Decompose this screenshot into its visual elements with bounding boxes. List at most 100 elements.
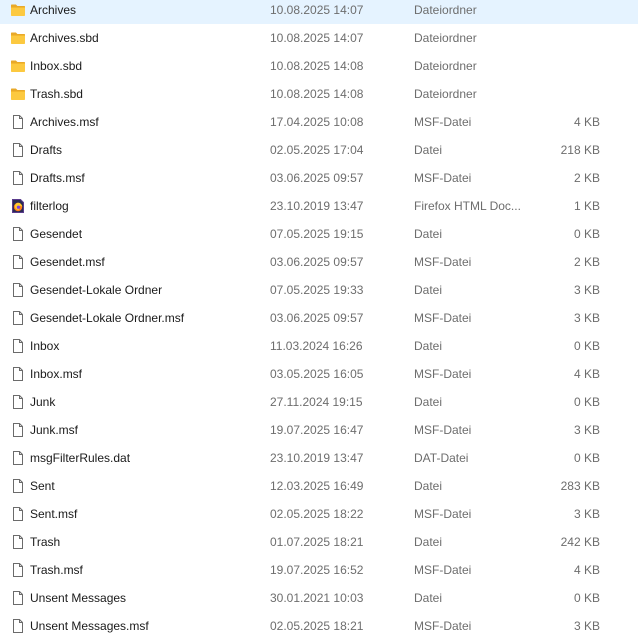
file-icon bbox=[10, 366, 26, 382]
file-date-modified: 11.03.2024 16:26 bbox=[270, 339, 363, 353]
file-row[interactable]: Drafts 02.05.2025 17:04 Datei 218 KB bbox=[0, 136, 638, 164]
file-type: Dateiordner bbox=[414, 59, 477, 73]
file-row[interactable]: msgFilterRules.dat 23.10.2019 13:47 DAT-Da… bbox=[0, 444, 638, 472]
folder-icon bbox=[10, 30, 26, 46]
file-type: MSF-Datei bbox=[414, 563, 472, 577]
file-icon bbox=[10, 114, 26, 130]
file-type: MSF-Datei bbox=[414, 619, 472, 633]
file-size: 3 KB bbox=[573, 311, 600, 325]
file-size: 3 KB bbox=[573, 283, 600, 297]
file-name: Gesendet-Lokale Ordner.msf bbox=[30, 311, 185, 325]
file-icon bbox=[10, 562, 26, 578]
file-type: Dateiordner bbox=[414, 87, 477, 101]
file-row[interactable]: Archives.sbd 10.08.2025 14:07 Dateiordner bbox=[0, 24, 638, 52]
file-size: 0 KB bbox=[573, 395, 600, 409]
file-row[interactable]: Trash.msf 19.07.2025 16:52 MSF-Datei 4 KB bbox=[0, 556, 638, 584]
file-date-modified: 10.08.2025 14:08 bbox=[270, 59, 364, 73]
file-row[interactable]: Unsent Messages 30.01.2021 10:03 Datei 0 KB bbox=[0, 584, 638, 612]
file-row[interactable]: Inbox.msf 03.05.2025 16:05 MSF-Datei 4 KB bbox=[0, 360, 638, 388]
file-row[interactable]: Gesendet.msf 03.06.2025 09:57 MSF-Datei 2 K… bbox=[0, 248, 638, 276]
file-row[interactable]: Gesendet 07.05.2025 19:15 Datei 0 KB bbox=[0, 220, 638, 248]
file-date-modified: 03.06.2025 09:57 bbox=[270, 255, 364, 269]
file-name: Drafts.msf bbox=[30, 171, 85, 185]
file-name: Archives.sbd bbox=[30, 31, 99, 45]
file-name: Sent bbox=[30, 479, 55, 493]
file-row[interactable]: Sent 12.03.2025 16:49 Datei 283 KB bbox=[0, 472, 638, 500]
file-size: 1 KB bbox=[573, 199, 600, 213]
file-type: Dateiordner bbox=[414, 3, 477, 17]
file-name: Trash.msf bbox=[30, 563, 83, 577]
file-date-modified: 01.07.2025 18:21 bbox=[270, 535, 364, 549]
folder-icon bbox=[10, 2, 26, 18]
file-icon bbox=[10, 506, 26, 522]
file-icon bbox=[10, 338, 26, 354]
file-date-modified: 19.07.2025 16:52 bbox=[270, 563, 364, 577]
file-date-modified: 02.05.2025 17:04 bbox=[270, 143, 364, 157]
file-date-modified: 12.03.2025 16:49 bbox=[270, 479, 364, 493]
file-type: Dateiordner bbox=[414, 31, 477, 45]
file-name: msgFilterRules.dat bbox=[30, 451, 131, 465]
file-icon bbox=[10, 618, 26, 634]
file-size: 242 KB bbox=[560, 535, 600, 549]
file-name: Trash.sbd bbox=[30, 87, 83, 101]
file-row[interactable]: Unsent Messages.msf 02.05.2025 18:21 MSF-D… bbox=[0, 612, 638, 640]
file-row[interactable]: Sent.msf 02.05.2025 18:22 MSF-Datei 3 KB bbox=[0, 500, 638, 528]
file-row[interactable]: Junk 27.11.2024 19:15 Datei 0 KB bbox=[0, 388, 638, 416]
file-list: Archives 10.08.2025 14:07 Dateiordner Archi… bbox=[0, 0, 638, 640]
file-size: 4 KB bbox=[573, 367, 600, 381]
file-size: 283 KB bbox=[560, 479, 600, 493]
file-date-modified: 27.11.2024 19:15 bbox=[270, 395, 363, 409]
file-type: MSF-Datei bbox=[414, 171, 472, 185]
file-row[interactable]: Gesendet-Lokale Ordner 07.05.2025 19:33 Da… bbox=[0, 276, 638, 304]
file-type: MSF-Datei bbox=[414, 255, 472, 269]
file-name: Drafts bbox=[30, 143, 63, 157]
file-date-modified: 10.08.2025 14:07 bbox=[270, 31, 364, 45]
file-size: 0 KB bbox=[573, 227, 600, 241]
file-name: Unsent Messages.msf bbox=[30, 619, 149, 633]
file-icon bbox=[10, 310, 26, 326]
file-size: 218 KB bbox=[560, 143, 600, 157]
file-row[interactable]: Trash 01.07.2025 18:21 Datei 242 KB bbox=[0, 528, 638, 556]
file-name: Junk bbox=[30, 395, 56, 409]
file-row[interactable]: filterlog 23.10.2019 13:47 Firefox HTML Do… bbox=[0, 192, 638, 220]
file-row[interactable]: Trash.sbd 10.08.2025 14:08 Dateiordner bbox=[0, 80, 638, 108]
file-type: MSF-Datei bbox=[414, 367, 472, 381]
file-icon bbox=[10, 226, 26, 242]
file-type: Datei bbox=[414, 479, 443, 493]
file-row[interactable]: Junk.msf 19.07.2025 16:47 MSF-Datei 3 KB bbox=[0, 416, 638, 444]
file-type: MSF-Datei bbox=[414, 507, 472, 521]
file-icon bbox=[10, 282, 26, 298]
file-name: Trash bbox=[30, 535, 61, 549]
file-date-modified: 23.10.2019 13:47 bbox=[270, 199, 364, 213]
file-date-modified: 03.06.2025 09:57 bbox=[270, 311, 364, 325]
file-type: MSF-Datei bbox=[414, 423, 472, 437]
file-size: 4 KB bbox=[573, 115, 600, 129]
file-date-modified: 10.08.2025 14:08 bbox=[270, 87, 364, 101]
file-row[interactable]: Archives 10.08.2025 14:07 Dateiordner bbox=[0, 0, 638, 24]
file-type: MSF-Datei bbox=[414, 311, 472, 325]
file-row[interactable]: Inbox 11.03.2024 16:26 Datei 0 KB bbox=[0, 332, 638, 360]
file-name: Inbox bbox=[30, 339, 60, 353]
file-name: filterlog bbox=[30, 199, 69, 213]
file-date-modified: 03.05.2025 16:05 bbox=[270, 367, 364, 381]
file-size: 0 KB bbox=[573, 339, 600, 353]
file-row[interactable]: Inbox.sbd 10.08.2025 14:08 Dateiordner bbox=[0, 52, 638, 80]
file-name: Inbox.msf bbox=[30, 367, 83, 381]
file-date-modified: 23.10.2019 13:47 bbox=[270, 451, 364, 465]
folder-icon bbox=[10, 58, 26, 74]
file-name: Sent.msf bbox=[30, 507, 78, 521]
firefox-document-icon bbox=[10, 198, 26, 214]
file-type: Datei bbox=[414, 591, 443, 605]
file-date-modified: 07.05.2025 19:33 bbox=[270, 283, 364, 297]
file-row[interactable]: Drafts.msf 03.06.2025 09:57 MSF-Datei 2 KB bbox=[0, 164, 638, 192]
folder-icon bbox=[10, 86, 26, 102]
file-row[interactable]: Gesendet-Lokale Ordner.msf 03.06.2025 09:… bbox=[0, 304, 638, 332]
file-size: 4 KB bbox=[573, 563, 600, 577]
file-date-modified: 02.05.2025 18:21 bbox=[270, 619, 364, 633]
file-icon bbox=[10, 394, 26, 410]
file-date-modified: 02.05.2025 18:22 bbox=[270, 507, 364, 521]
file-type: DAT-Datei bbox=[414, 451, 469, 465]
file-icon bbox=[10, 422, 26, 438]
file-row[interactable]: Archives.msf 17.04.2025 10:08 MSF-Datei 4 K… bbox=[0, 108, 638, 136]
file-date-modified: 19.07.2025 16:47 bbox=[270, 423, 364, 437]
